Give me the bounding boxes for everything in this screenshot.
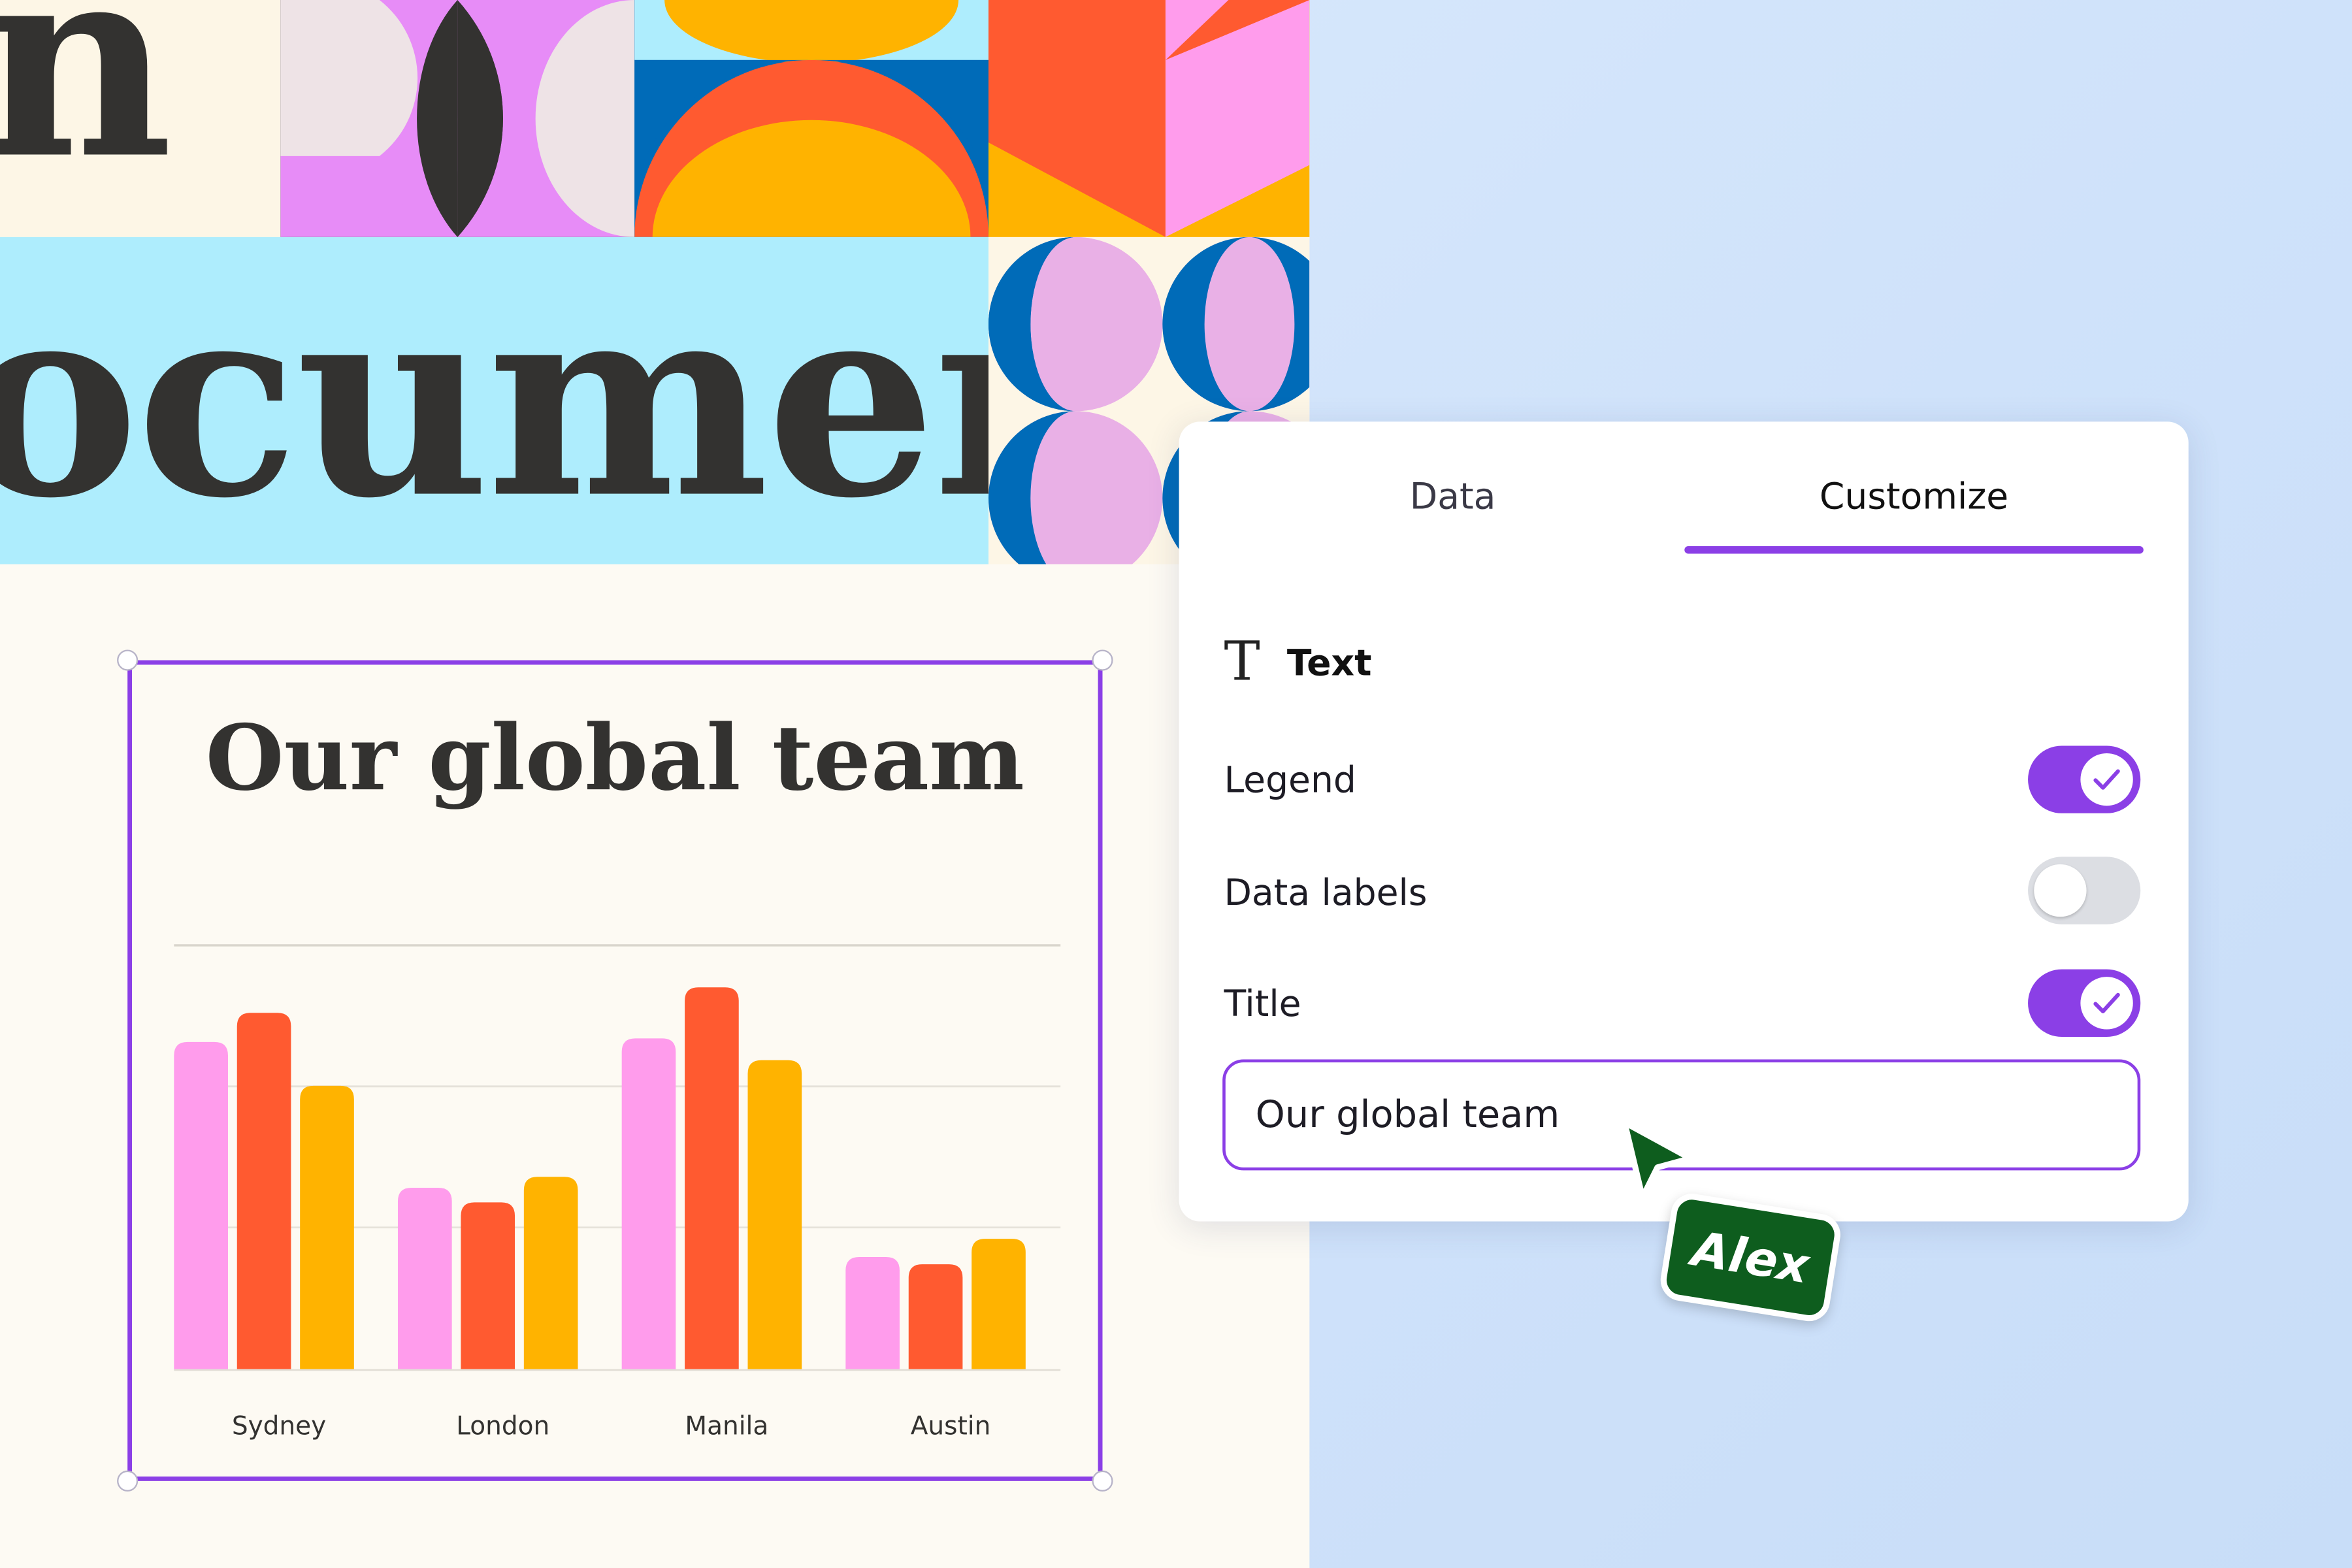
resize-handle-bottom-left[interactable] — [117, 1470, 139, 1492]
data-labels-toggle[interactable] — [2028, 857, 2141, 924]
check-icon — [2093, 992, 2120, 1013]
chart-settings-panel: Data Customize T Text Legend Data labels… — [1179, 421, 2189, 1222]
check-icon — [2093, 769, 2120, 790]
tab-customize[interactable]: Customize — [1684, 476, 2144, 517]
chart-selection-frame[interactable] — [127, 660, 1103, 1481]
title-label: Title — [1224, 983, 1301, 1025]
document-page[interactable]: n — [0, 0, 1310, 1568]
toggle-knob — [2080, 753, 2133, 806]
toggle-knob — [2080, 977, 2133, 1030]
legend-label: Legend — [1224, 759, 1356, 802]
tab-data[interactable]: Data — [1292, 476, 1614, 517]
resize-handle-top-left[interactable] — [117, 649, 139, 671]
text-section-header: T Text — [1224, 636, 1371, 691]
resize-handle-bottom-right[interactable] — [1092, 1470, 1113, 1492]
resize-handle-top-right[interactable] — [1092, 649, 1113, 671]
toggle-knob — [2034, 864, 2087, 917]
collaborator-cursor-icon — [1621, 1119, 1694, 1201]
section-label: Text — [1286, 642, 1372, 685]
legend-toggle[interactable] — [2028, 745, 2141, 813]
text-icon: T — [1224, 631, 1260, 694]
data-labels-label: Data labels — [1224, 872, 1428, 914]
active-tab-indicator — [1684, 546, 2144, 554]
title-toggle[interactable] — [2028, 969, 2141, 1037]
